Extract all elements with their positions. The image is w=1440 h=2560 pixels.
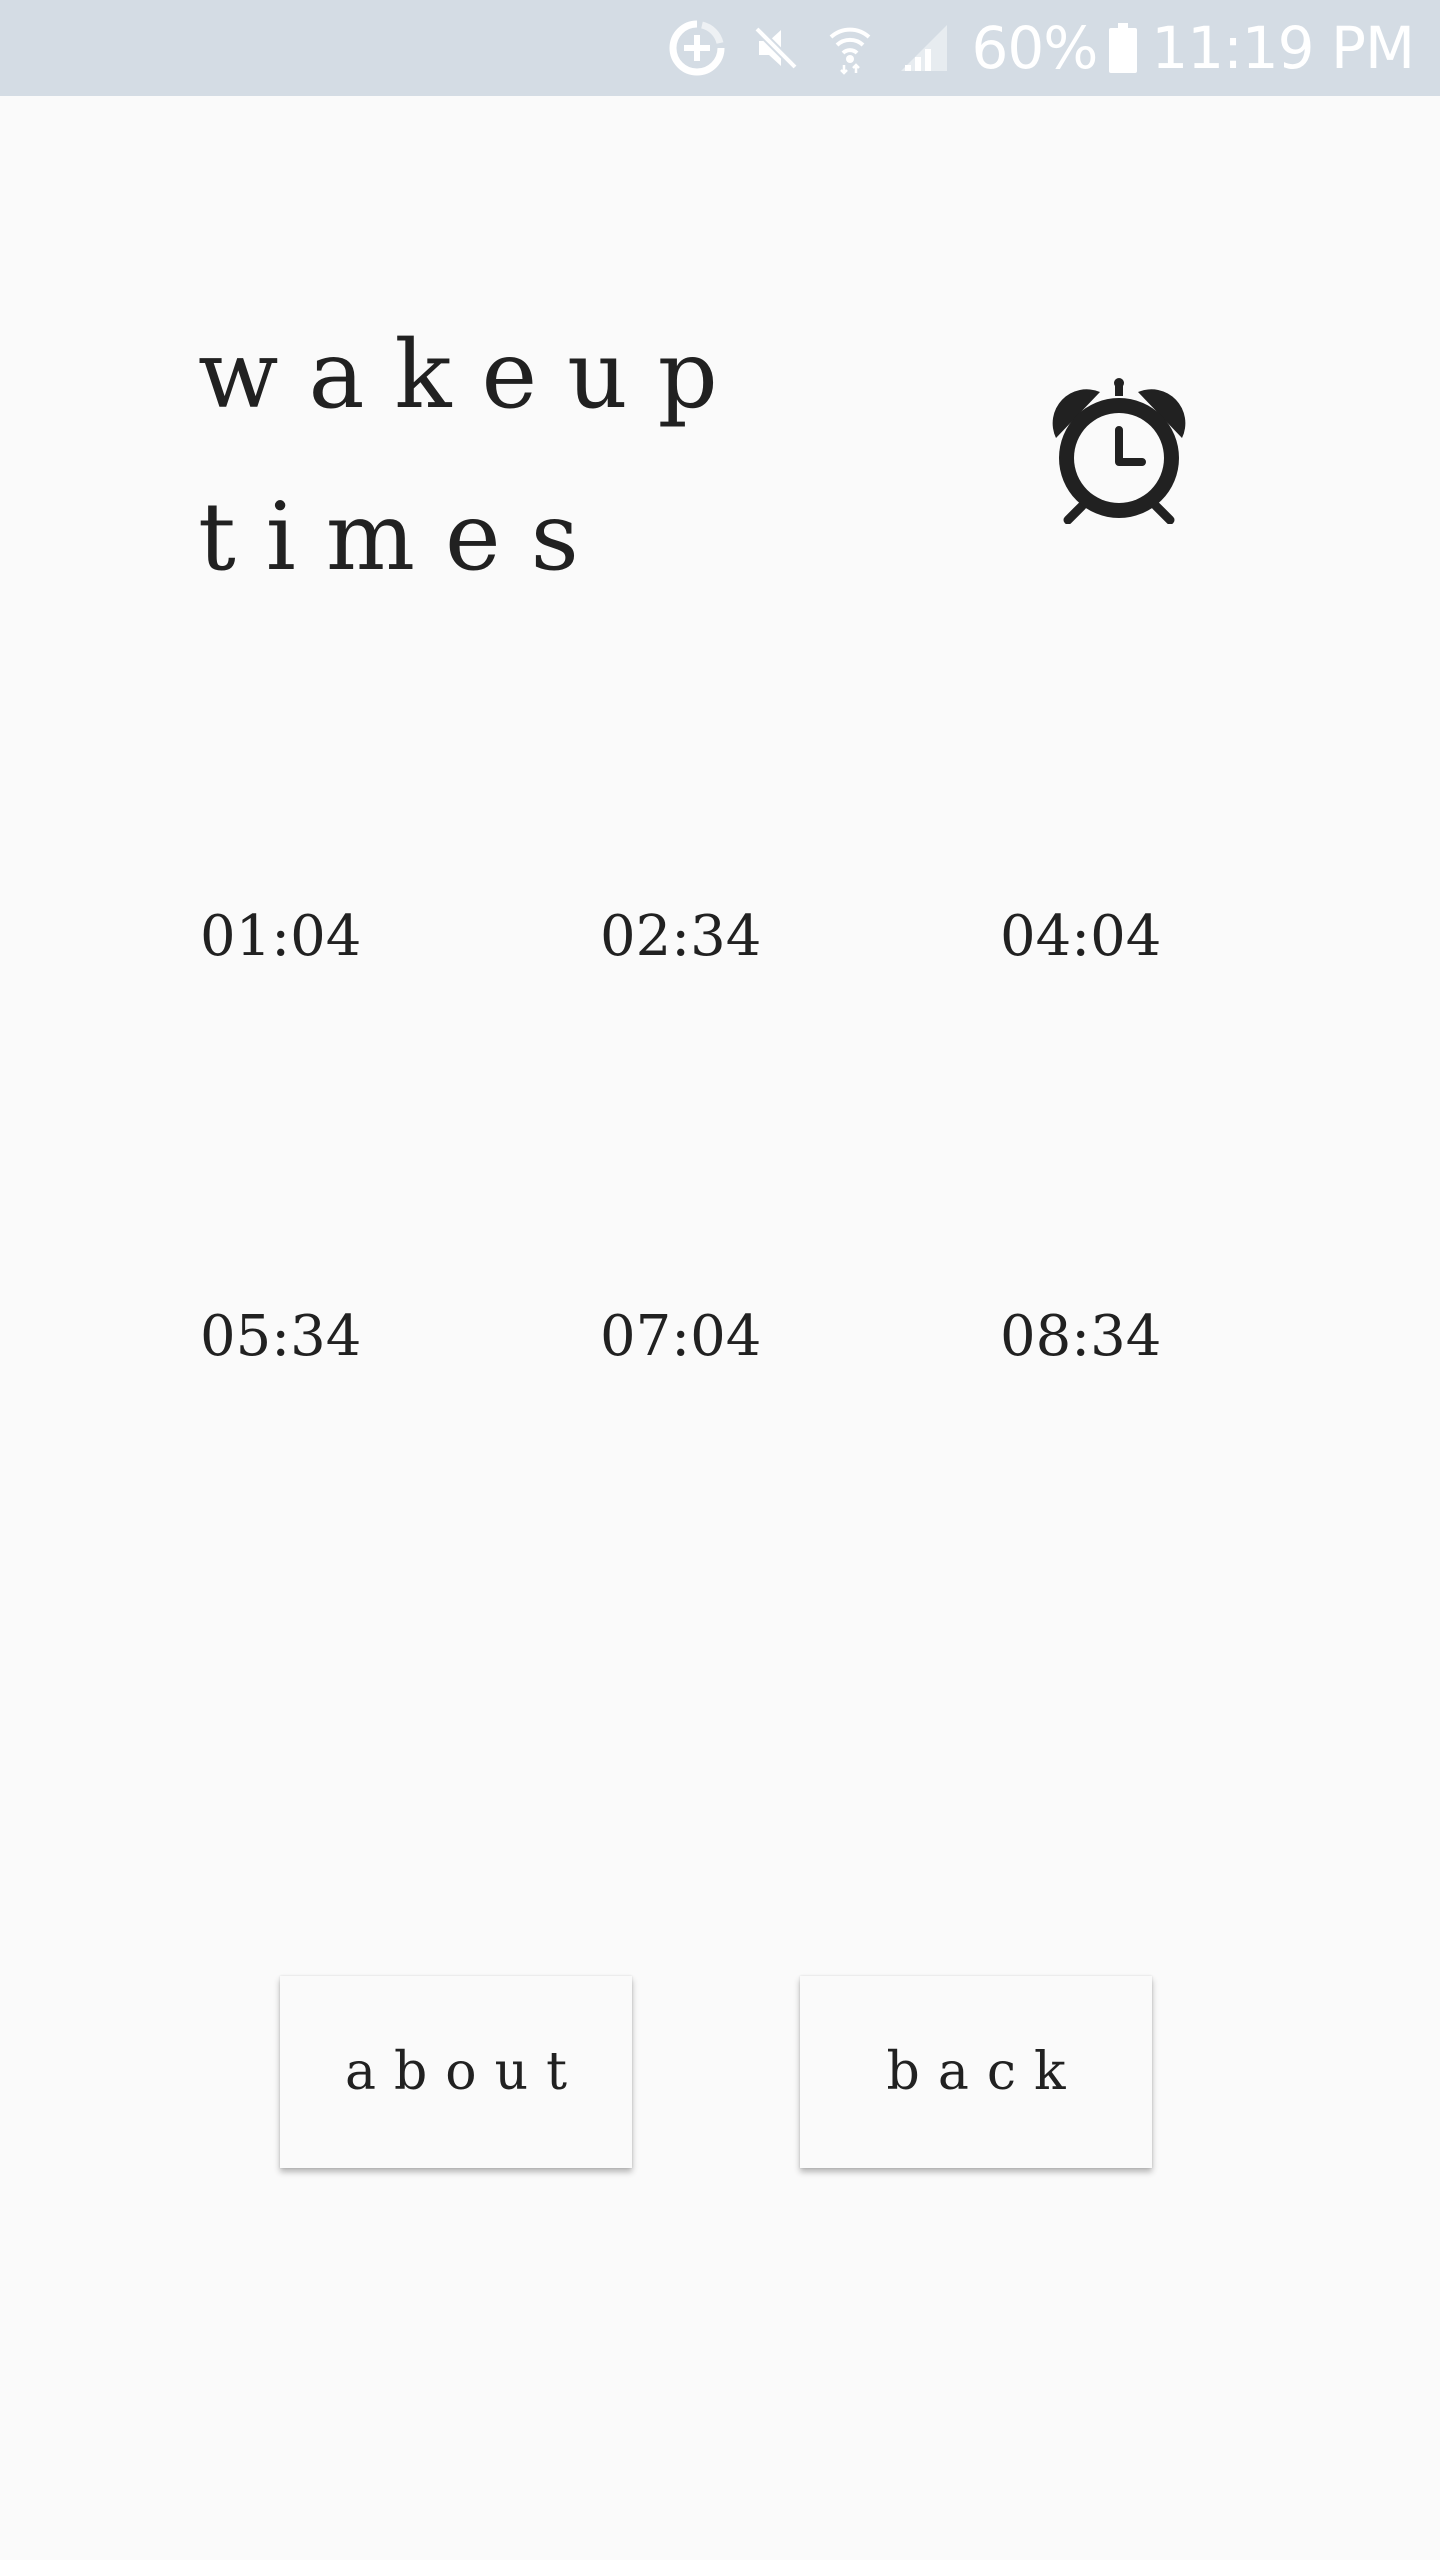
wakeup-time-6[interactable]: 08:34 (1000, 1302, 1161, 1372)
alarm-clock-icon (1048, 378, 1190, 525)
wakeup-time-3[interactable]: 04:04 (1000, 902, 1161, 972)
wifi-icon (827, 21, 873, 75)
title-line-2: times (198, 483, 609, 592)
about-button[interactable]: about (280, 1976, 632, 2168)
battery-icon (1109, 23, 1138, 73)
wakeup-time-1[interactable]: 01:04 (200, 902, 361, 972)
status-bar: 60% 11:19 PM (0, 0, 1440, 96)
wakeup-time-2[interactable]: 02:34 (600, 902, 761, 972)
wakeup-time-4[interactable]: 05:34 (200, 1302, 361, 1372)
back-button[interactable]: back (800, 1976, 1152, 2168)
status-time: 11:19 PM (1151, 14, 1415, 82)
wakeup-time-5[interactable]: 07:04 (600, 1302, 761, 1372)
page-title: wakeup times (198, 295, 798, 619)
battery-percent: 60% (971, 14, 1098, 82)
signal-icon (899, 23, 949, 73)
mute-icon (751, 23, 801, 73)
title-line-1: wakeup (198, 321, 748, 430)
status-icons: 60% 11:19 PM (669, 0, 1415, 96)
data-saver-icon (669, 20, 725, 76)
